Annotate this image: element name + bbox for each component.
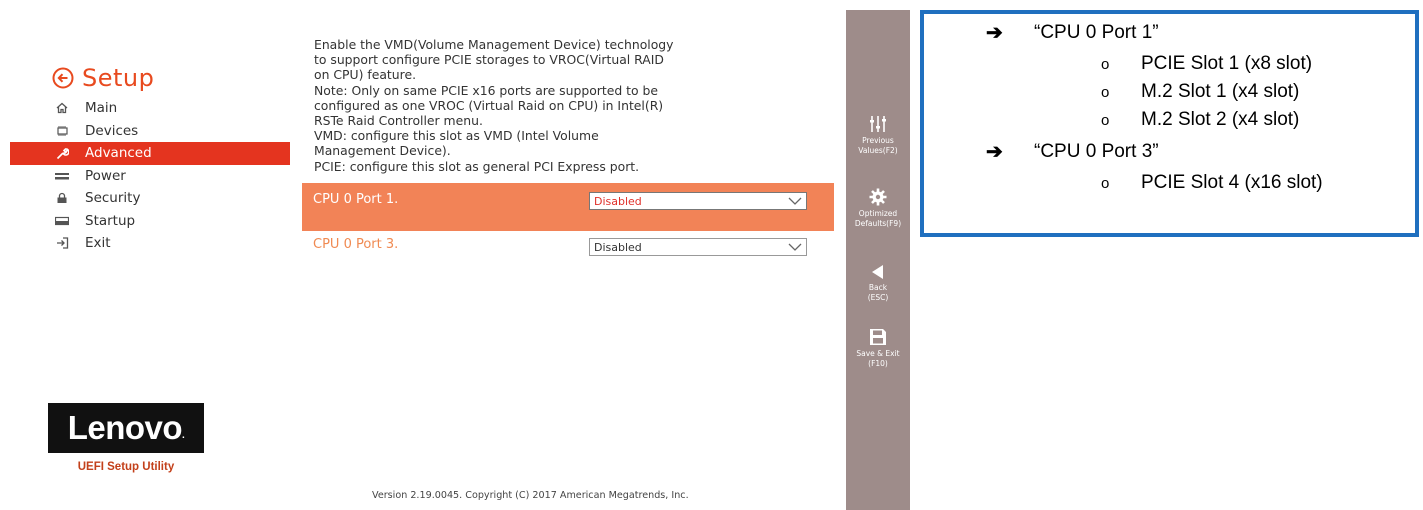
sidebar-item-label: Power [85,167,126,184]
startup-icon [55,214,69,228]
sidebar-item-label: Startup [85,212,136,229]
port-group-heading: ➔ “CPU 0 Port 3” [986,139,1159,164]
slot-item: o M.2 Slot 2 (x4 slot) [1101,109,1299,131]
port-name: “CPU 0 Port 1” [1034,21,1159,43]
sidebar-item-label: Security [85,190,141,207]
optimized-defaults-button[interactable]: Optimized Defaults(F9) [846,188,910,229]
gear-icon [846,188,910,206]
action-bar: Previous Values(F2) Optimized Defaults(F… [846,10,910,510]
slot-item: o PCIE Slot 4 (x16 slot) [1101,172,1323,194]
setting-row-cpu0-port1[interactable]: CPU 0 Port 1. Disabled [302,183,834,231]
port-group-heading: ➔ “CPU 0 Port 1” [986,20,1159,45]
help-line: RSTe Raid Controller menu. [314,113,483,129]
sliders-icon [846,115,910,133]
bullet-icon: o [1101,174,1110,192]
slot-label: M.2 Slot 2 (x4 slot) [1141,109,1300,130]
help-line: configured as one VROC (Virtual Raid on … [314,97,664,113]
help-line: VMD: configure this slot as VMD (Intel V… [314,128,599,144]
setting-row-cpu0-port3[interactable]: CPU 0 Port 3. Disabled [302,231,834,261]
sidebar-item-label: Devices [85,122,139,139]
action-label: Back [868,283,888,292]
setting-label: CPU 0 Port 1. [313,192,399,207]
sidebar-item-main[interactable]: Main [0,97,290,120]
action-key: (ESC) [867,293,889,302]
select-value: Disabled [594,240,642,254]
bullet-icon: o [1101,55,1110,73]
lock-icon [55,191,69,205]
sidebar-nav: Main Devices Advanced Power Security Sta… [0,97,290,255]
action-key: Values(F2) [858,146,898,155]
wrench-icon [55,146,69,160]
cpu0-port3-select[interactable]: Disabled [589,238,807,256]
bullet-icon: o [1101,111,1110,129]
back-button[interactable]: Back (ESC) [846,264,910,303]
sidebar-item-advanced[interactable]: Advanced [10,142,290,165]
bullet-icon: o [1101,83,1110,101]
slot-label: PCIE Slot 1 (x8 slot) [1141,53,1313,74]
arrow-icon: ➔ [986,141,1003,163]
save-icon [846,328,910,346]
cpu0-port1-select[interactable]: Disabled [589,192,807,210]
port-name: “CPU 0 Port 3” [1034,140,1159,162]
lenovo-logo: Lenovo. [48,403,204,453]
action-label: Optimized [858,209,898,218]
devices-icon [55,124,69,138]
help-line: Enable the VMD(Volume Management Device)… [314,37,674,52]
save-exit-button[interactable]: Save & Exit (F10) [846,328,910,369]
action-key: (F10) [868,359,888,368]
sidebar-item-devices[interactable]: Devices [0,120,290,143]
help-line: PCIE: configure this slot as general PCI… [314,158,640,174]
back-arrow-icon [846,264,910,280]
slot-item: o M.2 Slot 1 (x4 slot) [1101,81,1299,103]
chevron-down-icon[interactable] [784,193,806,209]
select-value: Disabled [594,194,642,208]
version-text: Version 2.19.0045. Copyright (C) 2017 Am… [372,490,689,501]
back-circle-icon[interactable] [52,67,74,89]
sidebar-item-exit[interactable]: Exit [0,232,290,255]
sidebar-item-label: Advanced [85,145,152,162]
sidebar-item-startup[interactable]: Startup [0,210,290,233]
previous-values-button[interactable]: Previous Values(F2) [846,115,910,156]
sidebar-item-label: Exit [85,235,111,252]
action-label: Previous [862,136,894,145]
action-label: Save & Exit [856,349,900,358]
home-icon [55,101,69,115]
action-key: Defaults(F9) [854,219,902,228]
setup-title: Setup [82,64,155,92]
lenovo-logo-text: Lenovo [67,409,183,446]
sidebar-item-label: Main [85,100,118,117]
logo-dot: . [182,430,185,441]
annotation-box: ➔ “CPU 0 Port 1” o PCIE Slot 1 (x8 slot)… [920,10,1419,237]
setting-label: CPU 0 Port 3. [313,237,399,252]
setup-header: Setup [52,64,154,92]
exit-icon [55,236,69,250]
arrow-icon: ➔ [986,22,1003,44]
power-icon [55,169,69,183]
sidebar-item-security[interactable]: Security [0,187,290,210]
help-text: Enable the VMD(Volume Management Device)… [314,37,814,174]
help-line: on CPU) feature. [314,67,417,83]
slot-label: M.2 Slot 1 (x4 slot) [1141,81,1300,102]
help-line: Management Device). [314,143,451,159]
chevron-down-icon[interactable] [784,239,806,255]
utility-label: UEFI Setup Utility [77,461,175,473]
help-line: Note: Only on same PCIE x16 ports are su… [314,82,659,98]
slot-item: o PCIE Slot 1 (x8 slot) [1101,53,1312,75]
slot-label: PCIE Slot 4 (x16 slot) [1141,172,1323,193]
help-line: to support configure PCIE storages to VR… [314,52,664,68]
sidebar-item-power[interactable]: Power [0,165,290,188]
